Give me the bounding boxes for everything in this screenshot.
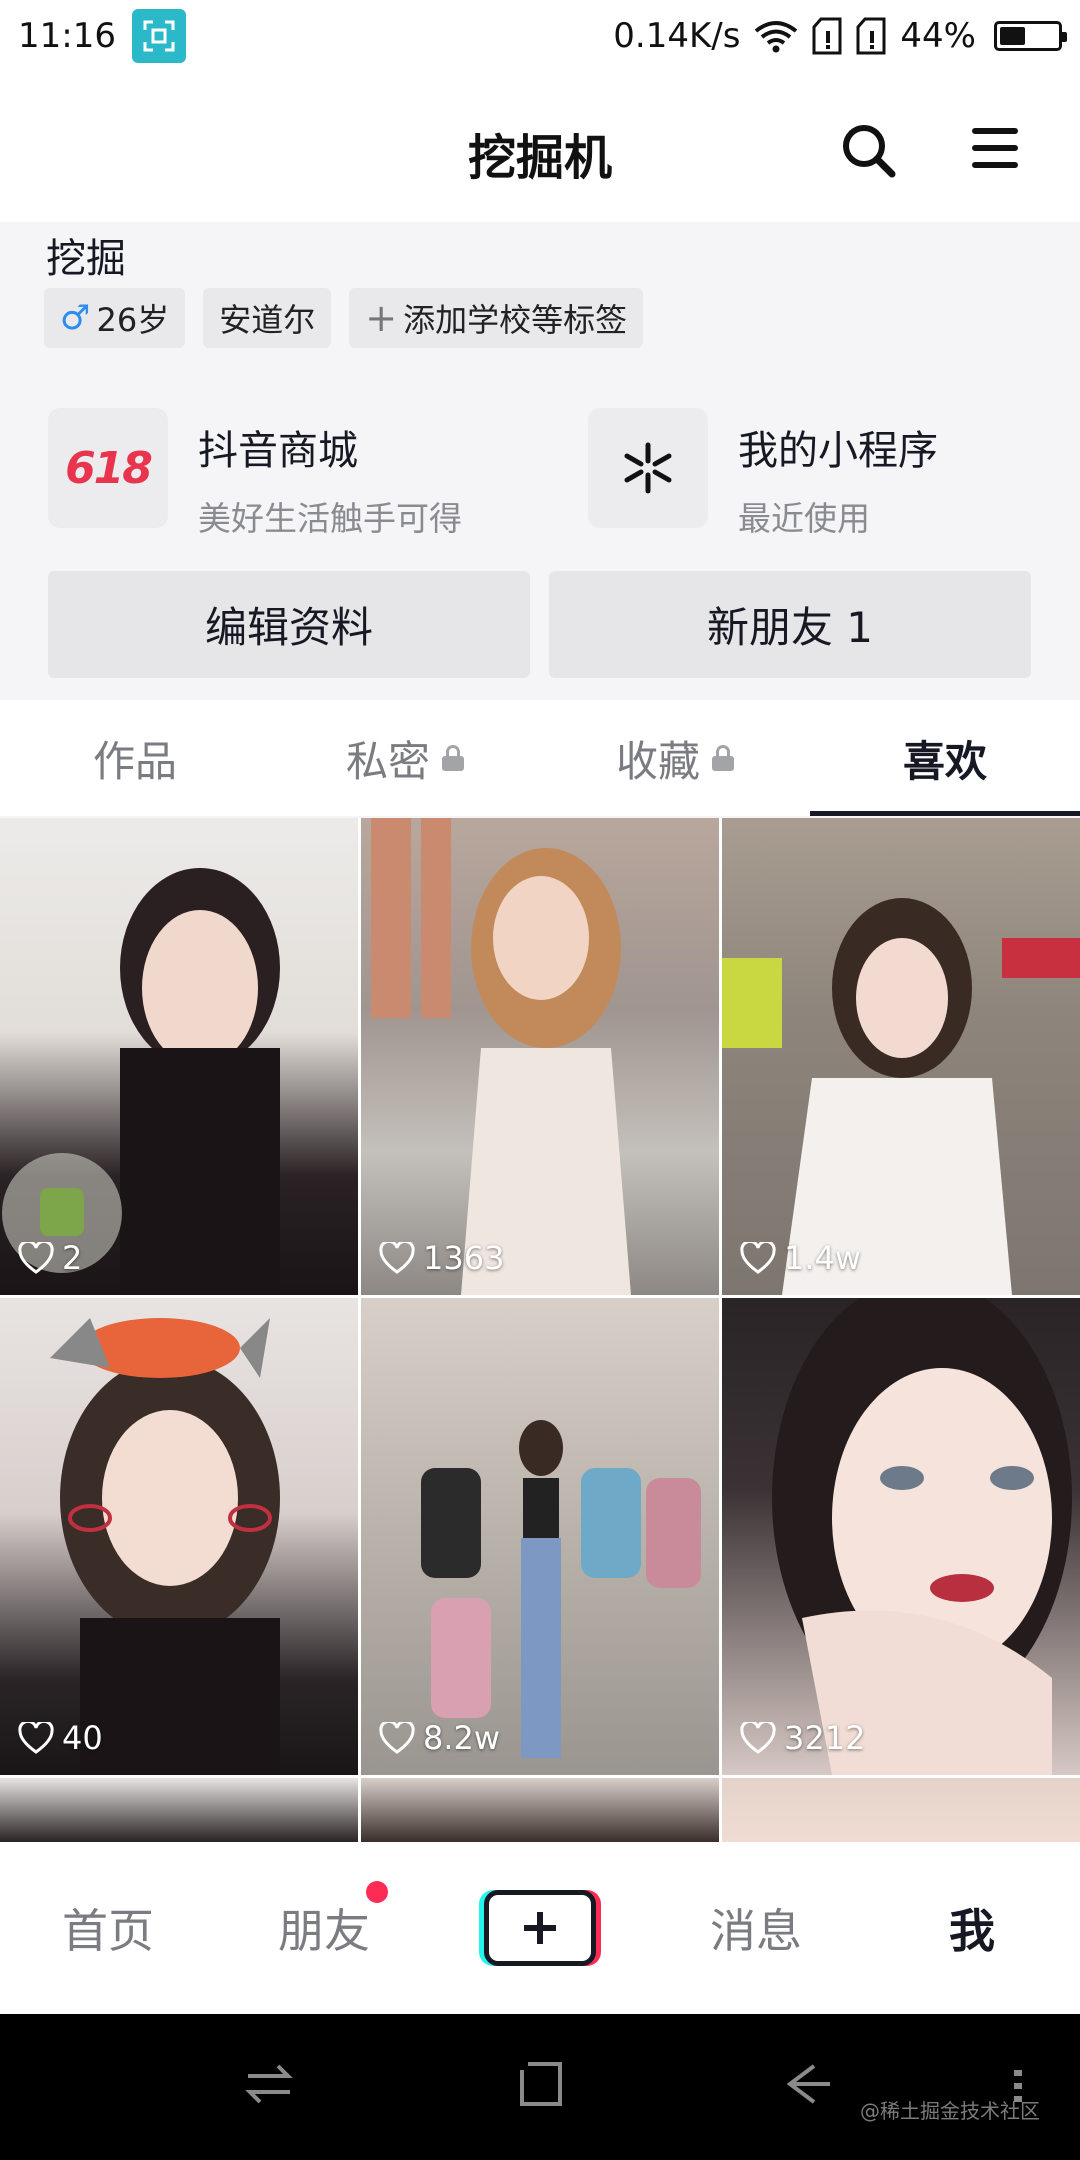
- create-button[interactable]: [432, 1890, 648, 1966]
- status-time: 11:16: [18, 16, 116, 56]
- battery-fill: [1000, 27, 1025, 45]
- nav-me[interactable]: 我: [864, 1895, 1080, 1961]
- mini-program-icon: [588, 408, 708, 528]
- heart-icon: [379, 1722, 415, 1754]
- video-thumbnail[interactable]: 8.2w: [361, 1298, 719, 1775]
- watermark: @稀土掘金技术社区: [860, 2099, 1040, 2123]
- like-count: 8.2w: [379, 1719, 500, 1757]
- douyin-mall-entry[interactable]: 618 抖音商城 美好生活触手可得: [48, 408, 462, 540]
- notification-dot: [366, 1881, 388, 1903]
- mall-title: 抖音商城: [198, 428, 358, 474]
- mini-program-title: 我的小程序: [738, 428, 938, 474]
- lock-icon: [712, 745, 734, 771]
- tag-age[interactable]: ♂ 26岁: [44, 288, 186, 348]
- mini-program-entry[interactable]: 我的小程序 最近使用: [588, 408, 938, 540]
- tab-favorites[interactable]: 收藏: [540, 700, 810, 816]
- search-icon[interactable]: [838, 120, 898, 180]
- video-thumbnail[interactable]: [361, 1778, 719, 1842]
- profile-name: 挖掘: [46, 236, 126, 282]
- menu-icon[interactable]: [972, 128, 1018, 168]
- heart-icon: [740, 1722, 776, 1754]
- lock-icon: [442, 745, 464, 771]
- like-count: 2: [18, 1239, 82, 1277]
- like-count: 1.4w: [740, 1239, 861, 1277]
- thumbnail-image: [2, 868, 280, 1295]
- switch-icon[interactable]: [244, 2062, 294, 2106]
- video-thumbnail[interactable]: 2: [0, 818, 358, 1295]
- thumbnail-image: [421, 1420, 701, 1758]
- tab-private[interactable]: 私密: [270, 700, 540, 816]
- page-title: 挖掘机: [467, 130, 612, 186]
- mall-subtitle: 美好生活触手可得: [198, 499, 462, 538]
- tag-label: 添加学校等标签: [403, 301, 628, 339]
- video-thumbnail[interactable]: 40: [0, 1298, 358, 1775]
- video-thumbnail[interactable]: 3212: [722, 1298, 1080, 1775]
- system-nav-bar: @稀土掘金技术社区: [0, 2014, 1080, 2160]
- tag-location[interactable]: 安道尔: [203, 288, 332, 348]
- video-thumbnail[interactable]: [722, 1778, 1080, 1842]
- battery-icon: [994, 21, 1067, 51]
- network-speed: 0.14K/s: [613, 16, 741, 56]
- home-square-icon[interactable]: [518, 2060, 564, 2108]
- thumbnail-image: [50, 1318, 280, 1775]
- back-icon[interactable]: [784, 2060, 834, 2108]
- battery-percent: 44%: [900, 16, 976, 56]
- tab-works[interactable]: 作品: [0, 700, 270, 816]
- wifi-icon: [755, 21, 798, 53]
- top-bar: 挖掘机: [0, 72, 1080, 222]
- screen-capture-icon: [131, 9, 186, 63]
- thumbnail-image: [371, 818, 631, 1295]
- add-tag-button[interactable]: + 添加学校等标签: [349, 288, 644, 348]
- status-bar: 11:16 0.14K/s 44%: [0, 0, 1080, 72]
- content-tabs: 作品 私密 收藏 喜欢: [0, 700, 1080, 816]
- heart-icon: [18, 1722, 54, 1754]
- sim-icon: [812, 17, 842, 55]
- video-grid: 2 1363 1.4w 40 8.2w 3212: [0, 818, 1080, 1842]
- video-thumbnail[interactable]: [0, 1778, 358, 1842]
- nav-friends[interactable]: 朋友: [216, 1881, 432, 1961]
- heart-icon: [379, 1242, 415, 1274]
- like-count: 40: [18, 1719, 103, 1757]
- mini-program-subtitle: 最近使用: [738, 499, 870, 538]
- heart-icon: [18, 1242, 54, 1274]
- tag-label: 安道尔: [219, 301, 316, 339]
- mall-618-icon: 618: [48, 408, 168, 528]
- tab-likes[interactable]: 喜欢: [810, 700, 1080, 816]
- video-thumbnail[interactable]: 1.4w: [722, 818, 1080, 1295]
- thumbnail-image: [722, 898, 1080, 1295]
- like-count: 1363: [379, 1239, 504, 1277]
- nav-messages[interactable]: 消息: [648, 1895, 864, 1961]
- plus-icon: [484, 1890, 596, 1966]
- bottom-nav: 首页 朋友 消息 我: [0, 1842, 1080, 2014]
- sim-icon: [856, 17, 886, 55]
- video-thumbnail[interactable]: 1363: [361, 818, 719, 1295]
- edit-profile-button[interactable]: 编辑资料: [48, 571, 530, 678]
- thumbnail-image: [772, 1298, 1072, 1775]
- heart-icon: [740, 1242, 776, 1274]
- like-count: 3212: [740, 1719, 865, 1757]
- tag-label: 26岁: [96, 301, 170, 339]
- nav-home[interactable]: 首页: [0, 1895, 216, 1961]
- plus-icon: +: [365, 296, 398, 340]
- male-icon: ♂: [60, 298, 91, 338]
- profile-tags: ♂ 26岁 安道尔 + 添加学校等标签: [44, 288, 644, 348]
- new-friends-button[interactable]: 新朋友 1: [549, 571, 1031, 678]
